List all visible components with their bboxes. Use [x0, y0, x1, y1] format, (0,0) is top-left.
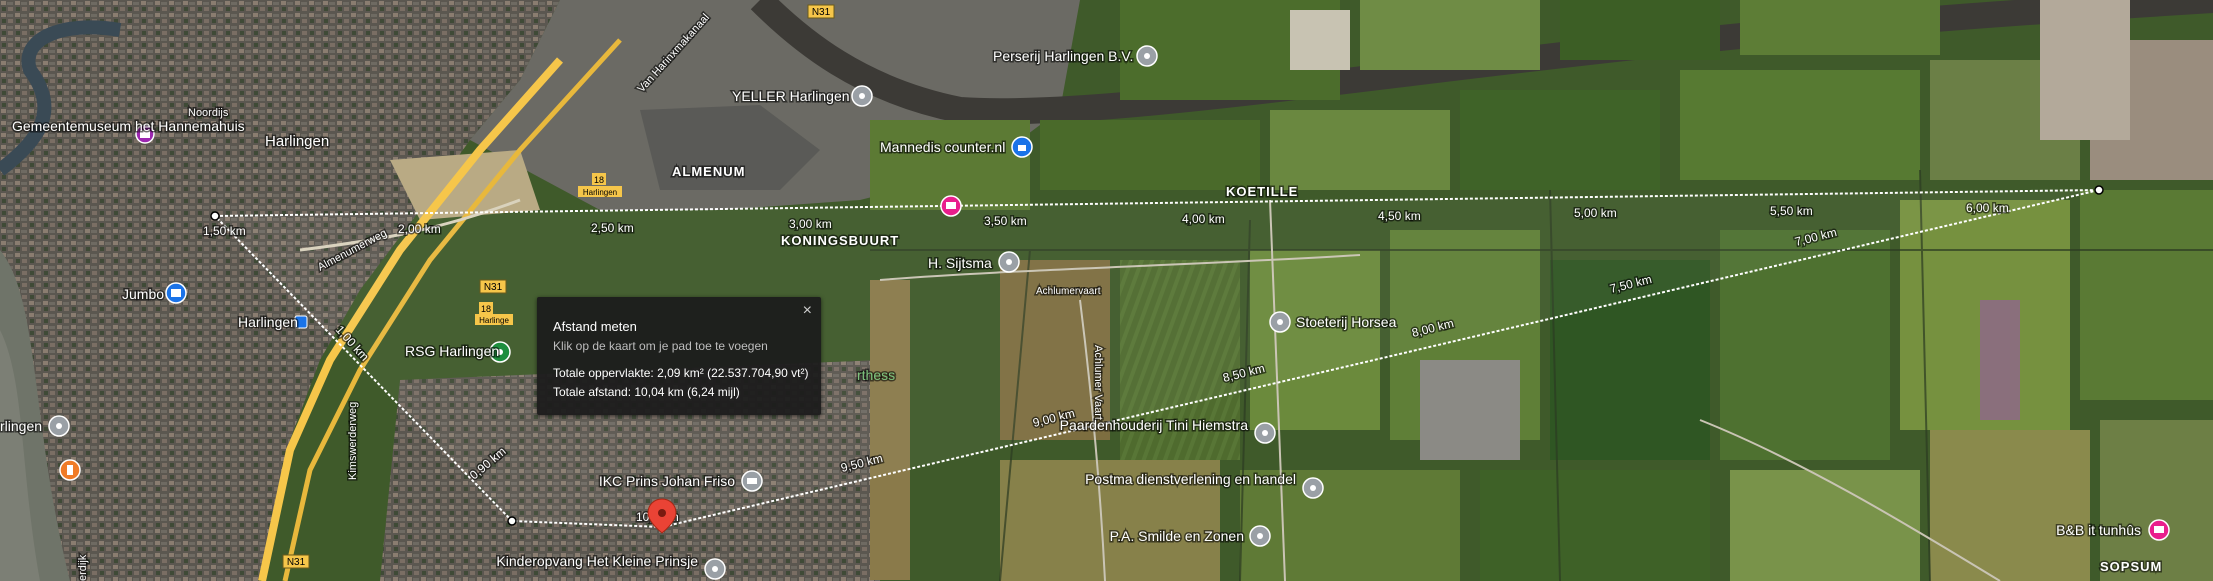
poi-label: H. Sijtsma: [928, 255, 992, 271]
neighbourhood-label: KOETILLE: [1226, 184, 1298, 199]
map-canvas[interactable]: 1,50 km 2,00 km 2,50 km 3,00 km 3,50 km …: [0, 0, 2213, 581]
panel-title: Afstand meten: [553, 319, 637, 334]
road-shield: N31: [807, 4, 835, 19]
pin-icon: [712, 566, 718, 572]
neighbourhood-label: SOPSUM: [2100, 559, 2162, 574]
pin-dot-icon: [658, 509, 666, 517]
poi-harlingen-left[interactable]: rlingen: [0, 415, 70, 437]
poi-label: P.A. Smilde en Zonen: [1110, 528, 1244, 544]
school-icon: [747, 478, 757, 484]
poi-label: Perserij Harlingen B.V.: [993, 48, 1133, 64]
poi-label: rthess: [857, 367, 895, 383]
restaurant-icon: [67, 465, 73, 475]
panel-hint: Klik op de kaart om je pad toe te voegen: [553, 339, 768, 353]
poi-label: Gemeentemuseum het Hannemahuis: [12, 118, 245, 134]
poi-sijtsma[interactable]: H. Sijtsma: [927, 251, 1020, 273]
distance-label: 2,00 km: [398, 222, 441, 236]
poi-label: Kinderopvang Het Kleine Prinsje: [496, 553, 698, 569]
distance-label: 6,00 km: [1966, 201, 2009, 215]
pin-icon: [1310, 485, 1316, 491]
poi-label: Paardenhouderij Tini Hiemstra: [1060, 417, 1249, 433]
poi-label: Mannedis counter.nl: [880, 139, 1005, 155]
poi-label: Jumbo: [122, 286, 164, 302]
distance-label: 5,50 km: [1770, 204, 1813, 218]
road-shield: N31: [479, 279, 507, 294]
bed-icon: [946, 202, 956, 209]
distance-label: 4,00 km: [1182, 212, 1225, 226]
measure-vertex[interactable]: [210, 211, 220, 221]
pin-icon: [1144, 53, 1150, 59]
svg-text:18: 18: [481, 304, 491, 314]
bed-icon: [2154, 526, 2164, 533]
pin-icon: [1257, 533, 1263, 539]
satellite-map[interactable]: 1,50 km 2,00 km 2,50 km 3,00 km 3,50 km …: [0, 0, 2213, 581]
road-label: Achlumervaart: [1036, 286, 1101, 297]
pin-icon: [1006, 259, 1012, 265]
svg-text:Harlinge: Harlinge: [479, 316, 509, 325]
poi-label: YELLER Harlingen: [732, 88, 850, 104]
poi-jumbo[interactable]: Jumbo: [121, 282, 187, 304]
poi-restaurant[interactable]: [59, 459, 81, 481]
svg-text:N31: N31: [812, 7, 831, 18]
pin-icon: [859, 93, 865, 99]
poi-bnb[interactable]: B&B it tunhûs: [2055, 519, 2170, 541]
svg-text:N31: N31: [287, 557, 306, 568]
close-icon[interactable]: ×: [803, 302, 812, 320]
road-shield: N31: [282, 554, 310, 569]
poi-label: rlingen: [0, 418, 42, 434]
poi-station[interactable]: Harlingen: [237, 313, 308, 332]
pin-icon: [1277, 319, 1283, 325]
shopping-cart-icon: [171, 289, 181, 297]
road-label: Kimswerderweg: [347, 402, 359, 480]
distance-label: 2,50 km: [591, 221, 634, 235]
poi-label: B&B it tunhûs: [2056, 522, 2141, 538]
pin-icon: [1262, 430, 1268, 436]
svg-text:18: 18: [594, 175, 604, 185]
distance-label: 3,00 km: [789, 217, 832, 231]
neighbourhood-label: KONINGSBUURT: [781, 233, 899, 248]
poi-label: IKC Prins Johan Friso: [599, 473, 735, 489]
road-label: erdijk: [77, 554, 89, 581]
measure-vertex[interactable]: [507, 516, 517, 526]
lock-icon: [1018, 145, 1026, 151]
total-distance: Totale afstand: 10,04 km (6,24 mijl): [553, 385, 740, 399]
neighbourhood-label: ALMENUM: [672, 164, 745, 179]
total-area: Totale oppervlakte: 2,09 km² (22.537.704…: [553, 366, 809, 380]
distance-label: 5,00 km: [1574, 206, 1617, 220]
measure-distance-panel: Afstand meten Klik op de kaart om je pad…: [537, 297, 821, 415]
distance-label: 4,50 km: [1378, 209, 1421, 223]
distance-label: 1,50 km: [203, 224, 246, 238]
svg-text:N31: N31: [484, 282, 503, 293]
poi-label: RSG Harlingen: [405, 343, 499, 359]
poi-pink-mid[interactable]: [940, 195, 962, 217]
poi-label: Postma dienstverlening en handel: [1085, 471, 1296, 487]
distance-label: 3,50 km: [984, 214, 1027, 228]
pin-icon: [56, 423, 62, 429]
poi-label: Harlingen: [238, 314, 298, 330]
poi-label: Stoeterij Horsea: [1296, 314, 1397, 330]
measure-vertex[interactable]: [2094, 185, 2104, 195]
poi-perserij[interactable]: Perserij Harlingen B.V.: [992, 45, 1158, 67]
road-label: Achlumer Vaart: [1092, 345, 1104, 420]
city-label: Harlingen: [265, 133, 329, 150]
svg-text:Harlingen: Harlingen: [583, 188, 617, 197]
